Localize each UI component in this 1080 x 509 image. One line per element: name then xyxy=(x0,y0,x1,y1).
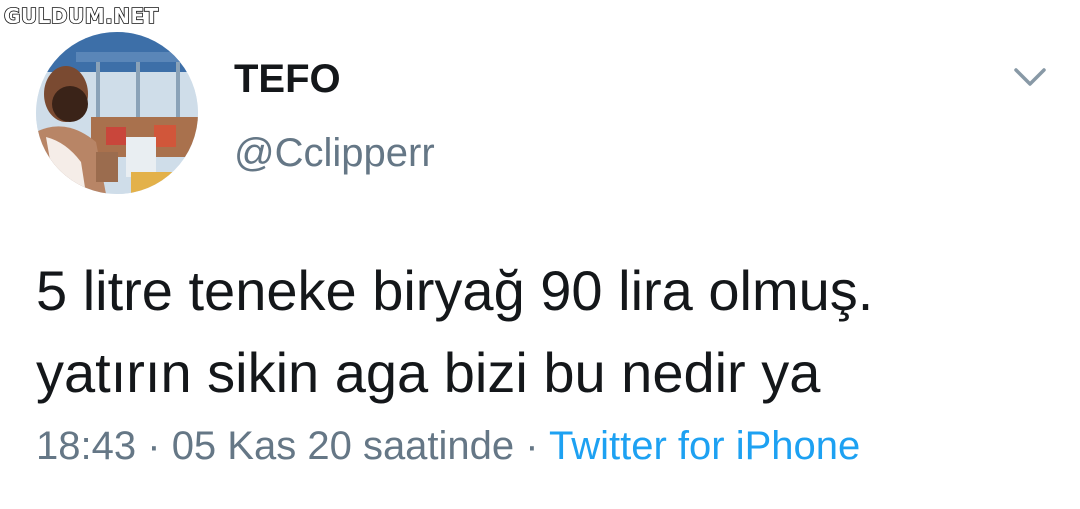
display-name[interactable]: TEFO xyxy=(234,56,341,102)
tweet-date: 05 Kas 20 saatinde xyxy=(171,424,515,468)
tweet-meta: 18:43 · 05 Kas 20 saatinde · Twitter for… xyxy=(36,422,860,470)
user-handle[interactable]: @Cclipperr xyxy=(234,130,435,176)
tweet-screenshot: GULDUM.NET TEFO @Cclipperr 5 litre tenek… xyxy=(0,0,1080,509)
tweet-text: 5 litre teneke biryağ 90 lira olmuş. yat… xyxy=(36,250,1056,414)
meta-separator: · xyxy=(147,424,161,468)
avatar[interactable] xyxy=(36,32,198,194)
tweet-time: 18:43 xyxy=(36,424,137,468)
avatar-photo xyxy=(36,32,198,194)
chevron-down-icon[interactable] xyxy=(1008,60,1052,96)
tweet-text-line: 5 litre teneke biryağ 90 lira olmuş. xyxy=(36,259,874,322)
tweet-source-link[interactable]: Twitter for iPhone xyxy=(549,424,860,468)
tweet-text-line: yatırın sikin aga bizi bu nedir ya xyxy=(36,341,821,404)
watermark-logo: GULDUM.NET xyxy=(3,3,159,29)
meta-separator: · xyxy=(525,424,539,468)
